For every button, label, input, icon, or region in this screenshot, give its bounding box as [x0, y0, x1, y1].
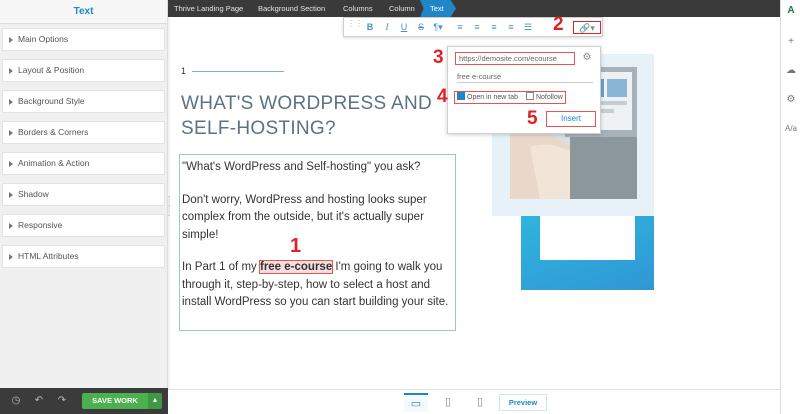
preview-button[interactable]: Preview	[499, 394, 547, 411]
caret-right-icon	[9, 222, 13, 229]
panel-html-attributes[interactable]: HTML Attributes	[2, 245, 165, 268]
panel-label: Shadow	[18, 189, 49, 199]
panel-layout-position[interactable]: Layout & Position	[2, 59, 165, 82]
caret-right-icon	[9, 36, 13, 43]
bottom-bar: ▭ ▯ ▯ Preview	[168, 389, 780, 414]
panel-background-style[interactable]: Background Style	[2, 90, 165, 113]
link-text-input[interactable]: free e-course	[457, 71, 593, 83]
panel-animation-action[interactable]: Animation & Action	[2, 152, 165, 175]
heading-line-2: SELF-HOSTING?	[181, 118, 336, 139]
annotation-3: 3	[433, 47, 444, 68]
italic-icon[interactable]: I	[381, 21, 393, 34]
link-url-input[interactable]: https://demosite.com/ecourse	[455, 52, 575, 65]
paragraph-style-icon[interactable]: ¶▾	[432, 21, 444, 34]
tablet-view-icon[interactable]: ▯	[436, 393, 460, 412]
panel-label: Main Options	[18, 34, 69, 44]
panel-label: Background Style	[18, 96, 85, 106]
list-icon[interactable]: ☰	[522, 21, 534, 34]
panel-label: Layout & Position	[18, 65, 85, 75]
underline-icon[interactable]: U	[398, 21, 410, 34]
thrive-logo-icon: A	[787, 5, 795, 16]
annotation-4: 4	[437, 86, 448, 107]
panel-label: Responsive	[18, 220, 63, 230]
breadcrumb-item[interactable]: Background Section	[258, 0, 325, 17]
sidebar: Text Main Options Layout & Position Back…	[0, 0, 168, 414]
bold-icon[interactable]: B	[364, 21, 376, 34]
undo-icon[interactable]: ↶	[33, 395, 45, 407]
breadcrumb-item-active[interactable]: Text	[420, 0, 456, 17]
text-element[interactable]: "What's WordPress and Self-hosting" you …	[179, 154, 456, 331]
strikethrough-icon[interactable]: S	[415, 21, 427, 34]
caret-right-icon	[9, 67, 13, 74]
sidebar-title: Text	[0, 0, 167, 24]
gear-icon[interactable]: ⚙	[581, 52, 593, 64]
annotation-1: 1	[290, 235, 302, 257]
caret-right-icon	[9, 191, 13, 198]
redo-icon[interactable]: ↷	[56, 395, 68, 407]
drag-handle-icon[interactable]: ⋮⋮	[347, 20, 363, 34]
caret-right-icon	[9, 160, 13, 167]
breadcrumb: Thrive Landing Page Background Section C…	[168, 0, 780, 17]
desktop-view-icon[interactable]: ▭	[404, 393, 428, 412]
cloud-icon[interactable]: ☁	[785, 65, 797, 77]
open-new-tab-label: Open in new tab	[467, 94, 518, 101]
caret-right-icon	[9, 98, 13, 105]
add-element-icon[interactable]: +	[785, 36, 797, 48]
text-format-toolbar: ⋮⋮ B I U S ¶▾ ≡ ≡ ≡ ≡ ☰ 🔗▾	[343, 17, 603, 37]
number-divider	[192, 71, 284, 72]
caret-right-icon	[9, 129, 13, 136]
nofollow-label: Nofollow	[535, 94, 563, 101]
breadcrumb-item[interactable]: Columns	[343, 0, 373, 17]
link-options: Open in new tab Nofollow	[454, 91, 566, 104]
insert-link-icon[interactable]: 🔗▾	[573, 21, 601, 34]
annotation-5: 5	[527, 108, 538, 129]
panel-label: Borders & Corners	[18, 127, 89, 137]
save-options-button[interactable]: ▲	[148, 393, 162, 409]
history-icon[interactable]: ◷	[10, 395, 22, 407]
paragraph-1: "What's WordPress and Self-hosting" you …	[182, 161, 421, 173]
panel-main-options[interactable]: Main Options	[2, 28, 165, 51]
paragraph-2: Don't worry, WordPress and hosting looks…	[182, 193, 427, 241]
nofollow-checkbox[interactable]	[525, 92, 534, 101]
align-center-icon[interactable]: ≡	[471, 21, 483, 34]
panel-responsive[interactable]: Responsive	[2, 214, 165, 237]
align-justify-icon[interactable]: ≡	[505, 21, 517, 34]
align-left-icon[interactable]: ≡	[454, 21, 466, 34]
panel-label: HTML Attributes	[18, 251, 79, 261]
breadcrumb-item[interactable]: Column	[389, 0, 415, 17]
annotation-2: 2	[553, 14, 564, 35]
typography-icon[interactable]: A/a	[785, 123, 797, 135]
link-popup: https://demosite.com/ecourse ⚙ free e-co…	[447, 46, 601, 134]
insert-link-button[interactable]: Insert	[546, 111, 596, 127]
sidebar-footer: ◷ ↶ ↷ SAVE WORK ▲	[0, 388, 168, 414]
panel-shadow[interactable]: Shadow	[2, 183, 165, 206]
selected-link-text[interactable]: free e-course	[258, 260, 334, 274]
settings-icon[interactable]: ⚙	[785, 94, 797, 106]
paragraph-3: In Part 1 of my free e-course I'm going …	[182, 259, 453, 312]
panel-label: Animation & Action	[18, 158, 90, 168]
paragraph-3-start: In Part 1 of my	[182, 261, 260, 273]
caret-right-icon	[9, 253, 13, 260]
open-new-tab-checkbox[interactable]	[457, 92, 465, 101]
breadcrumb-item[interactable]: Thrive Landing Page	[174, 0, 243, 17]
panel-borders-corners[interactable]: Borders & Corners	[2, 121, 165, 144]
heading-line-1: WHAT'S WORDPRESS AND	[181, 93, 433, 114]
right-rail: A + ☁ ⚙ A/a	[780, 0, 800, 414]
section-number: 1	[181, 66, 187, 76]
align-right-icon[interactable]: ≡	[488, 21, 500, 34]
page-heading[interactable]: WHAT'S WORDPRESS AND SELF-HOSTING?	[181, 91, 451, 141]
save-work-button[interactable]: SAVE WORK	[82, 393, 148, 409]
mobile-view-icon[interactable]: ▯	[468, 393, 492, 412]
